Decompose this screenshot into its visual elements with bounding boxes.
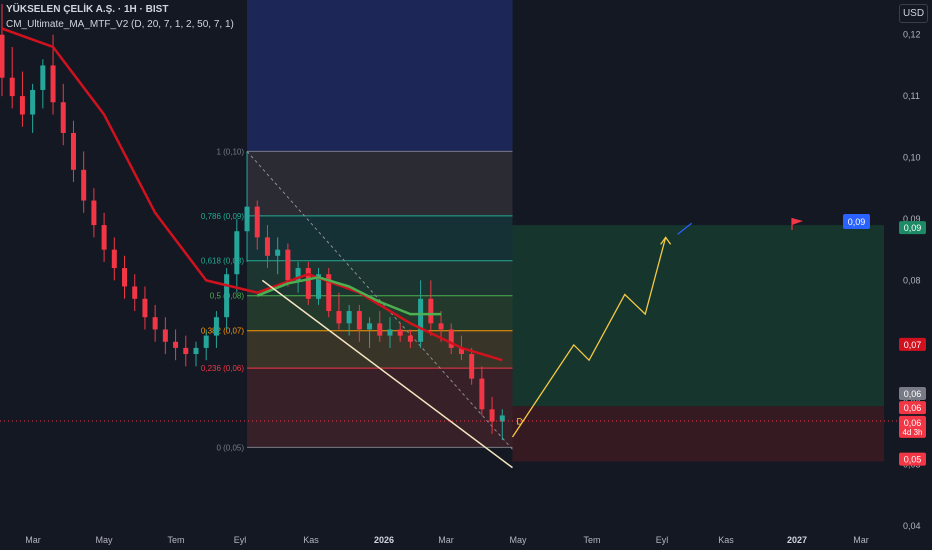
fib-label-1: 0,786 (0,09) (201, 212, 244, 221)
candle-body (234, 231, 240, 275)
y-tick-label: 0,11 (903, 91, 920, 101)
candle-body (377, 323, 383, 336)
x-tick-label: Eyl (656, 535, 669, 545)
price-label-text: 0,06 (904, 389, 922, 399)
candle-body (285, 249, 291, 281)
candle-body (60, 102, 66, 133)
target-zone (512, 225, 884, 407)
x-tick-label: Mar (25, 535, 41, 545)
projection-start-label: D (517, 417, 524, 427)
candle-body (101, 225, 107, 250)
fib-zone-0 (247, 151, 513, 216)
x-tick-label: 2027 (787, 535, 807, 545)
candle-body (40, 65, 46, 90)
candle-body (479, 378, 485, 410)
candle-body (418, 298, 424, 342)
x-tick-label: Kas (303, 535, 319, 545)
fib-zone-5 (247, 368, 513, 448)
candle-body (356, 311, 362, 330)
x-tick-label: May (95, 535, 113, 545)
price-label-text: 0,07 (904, 340, 922, 350)
candle-body (183, 347, 189, 355)
candle-body (367, 323, 373, 330)
candle-body (203, 335, 209, 348)
fib-top-zone (247, 0, 513, 152)
candle-body (193, 347, 199, 355)
x-tick-label: 2026 (374, 535, 394, 545)
candle-body (438, 323, 444, 330)
candle-body (162, 329, 168, 342)
candle-body (407, 335, 413, 342)
symbol-title[interactable]: YÜKSELEN ÇELİK A.Ş. · 1H · BIST (6, 4, 168, 15)
candle-body (173, 341, 179, 348)
y-tick-label: 0,04 (903, 521, 921, 531)
x-tick-label: May (509, 535, 527, 545)
indicator-label[interactable]: CM_Ultimate_MA_MTF_V2 (D, 20, 7, 1, 2, 5… (6, 19, 234, 30)
chart-window: 1 (0,10) 0,786 (0,09) 0,618 (0,08) 0,5 (0,0… (0, 0, 932, 550)
fib-label-0: 1 (0,10) (216, 147, 244, 156)
candle-body (132, 286, 138, 299)
price-label-text: 0,06 (904, 403, 922, 413)
x-tick-label: Tem (167, 535, 184, 545)
price-label-text: 0,09 (904, 223, 922, 233)
candle-body (213, 317, 219, 336)
x-tick-label: Tem (583, 535, 600, 545)
candle-body (346, 311, 352, 324)
candle-body (489, 409, 495, 422)
candle-body (70, 132, 76, 170)
fib-label-4: 0,382 (0,07) (201, 327, 244, 336)
y-tick-label: 0,08 (903, 275, 921, 285)
candle-body (111, 249, 117, 269)
candle-body (254, 206, 260, 238)
candle-body (387, 329, 393, 336)
candle-body (428, 298, 434, 324)
candle-body (336, 311, 342, 324)
currency-button[interactable]: USD (899, 4, 928, 23)
candle-body (30, 89, 36, 115)
x-tick-label: Kas (718, 535, 734, 545)
x-tick-label: Mar (853, 535, 869, 545)
target-badge-label: 0,09 (848, 217, 866, 227)
candle-body (81, 169, 87, 201)
candle-body (152, 317, 158, 330)
candle-body (9, 77, 15, 97)
y-tick-label: 0,12 (903, 30, 921, 40)
candle-body (224, 274, 230, 318)
candle-body (244, 206, 250, 232)
x-tick-label: Mar (438, 535, 454, 545)
price-label-text: 0,05 (904, 455, 922, 465)
candle-body (122, 268, 128, 287)
fib-label-5: 0,236 (0,06) (201, 364, 244, 373)
candle-body (50, 65, 56, 103)
x-tick-label: Eyl (234, 535, 247, 545)
candle-body (91, 200, 97, 226)
flag-marker-icon (792, 218, 803, 226)
candle-body (19, 96, 25, 115)
candle-body (305, 268, 311, 299)
price-label-countdown: 4d 3h (902, 428, 922, 437)
candle-body (469, 354, 475, 379)
candle-body (142, 298, 148, 318)
price-label-text: 0,06 (904, 418, 922, 428)
price-chart[interactable]: 1 (0,10)0,786 (0,09)0,618 (0,08)0,5 (0,0… (0, 0, 932, 550)
candle-body (264, 237, 270, 256)
candle-body (0, 34, 5, 78)
fib-label-6: 0 (0,05) (216, 443, 244, 452)
candle-body (397, 329, 403, 336)
candle-body (275, 249, 281, 256)
stop-zone (512, 406, 884, 462)
y-tick-label: 0,10 (903, 153, 921, 163)
